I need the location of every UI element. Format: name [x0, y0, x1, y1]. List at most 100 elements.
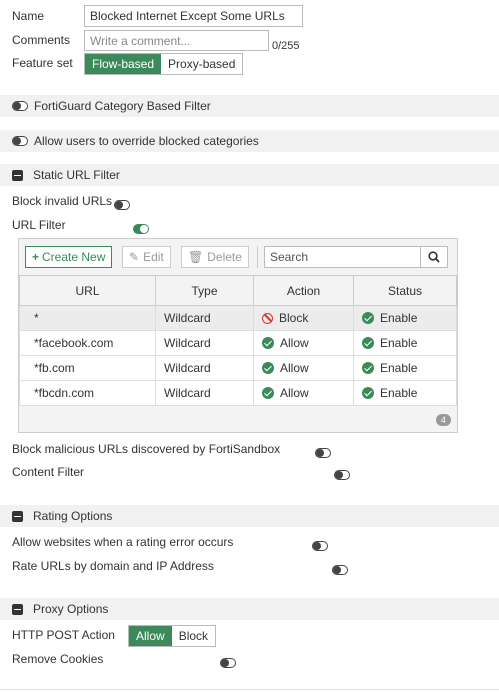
- fortiguard-label: FortiGuard Category Based Filter: [34, 99, 211, 113]
- delete-button[interactable]: 🗑 Delete: [181, 246, 249, 268]
- remove-cookies-toggle[interactable]: [220, 657, 237, 668]
- proxy-based-option[interactable]: Proxy-based: [161, 54, 243, 74]
- plus-icon: +: [32, 250, 40, 264]
- http-post-toggle: Allow Block: [128, 625, 217, 647]
- allow-on-error-toggle[interactable]: [312, 540, 329, 551]
- url-filter-table: URL Type Action Status * Wildcard Block …: [19, 275, 457, 406]
- flow-based-option[interactable]: Flow-based: [85, 54, 162, 74]
- allow-override-label: Allow users to override blocked categori…: [34, 134, 259, 148]
- delete-label: Delete: [207, 250, 242, 264]
- rate-by-ip-label: Rate URLs by domain and IP Address: [12, 559, 214, 573]
- allow-on-error-label: Allow websites when a rating error occur…: [12, 535, 234, 549]
- block-malicious-toggle[interactable]: [314, 447, 331, 458]
- column-url[interactable]: URL: [19, 275, 156, 306]
- search-icon: [428, 251, 440, 263]
- cell-action: Allow: [253, 380, 354, 406]
- name-input[interactable]: Blocked Internet Except Some URLs: [84, 5, 303, 27]
- feature-set-toggle: Flow-based Proxy-based: [84, 53, 244, 75]
- url-filter-panel: + Create New ✎ Edit 🗑 Delete Search URL …: [18, 238, 458, 433]
- status-text: Enable: [380, 361, 418, 375]
- edit-button[interactable]: ✎ Edit: [122, 246, 171, 268]
- block-icon: [262, 313, 273, 324]
- row-count-badge: 4: [435, 414, 451, 426]
- content-filter-label: Content Filter: [12, 465, 85, 479]
- cell-url: *fbcdn.com: [19, 380, 156, 406]
- check-icon: [262, 337, 274, 349]
- allow-override-toggle[interactable]: [12, 136, 28, 146]
- status-text: Enable: [380, 311, 418, 325]
- rate-by-ip-toggle[interactable]: [331, 564, 348, 575]
- action-text: Allow: [280, 336, 309, 350]
- pencil-icon: ✎: [129, 250, 140, 264]
- proxy-options-header[interactable]: Proxy Options: [0, 598, 499, 620]
- search-placeholder: Search: [270, 250, 309, 264]
- block-invalid-label: Block invalid URLs: [12, 194, 113, 208]
- http-post-block-option[interactable]: Block: [171, 626, 216, 646]
- cell-type: Wildcard: [155, 355, 254, 381]
- table-header: URL Type Action Status: [19, 275, 457, 306]
- comments-counter: 0/255: [272, 40, 300, 52]
- toolbar-divider: [257, 246, 258, 268]
- static-url-filter-title: Static URL Filter: [33, 168, 120, 182]
- collapse-icon: [12, 510, 23, 522]
- column-type[interactable]: Type: [155, 275, 254, 306]
- check-icon: [362, 337, 374, 349]
- cell-type: Wildcard: [155, 330, 254, 356]
- action-text: Allow: [280, 361, 309, 375]
- trash-icon: 🗑: [188, 250, 204, 264]
- cell-type: Wildcard: [155, 380, 254, 406]
- check-icon: [362, 362, 374, 374]
- allow-override-section: Allow users to override blocked categori…: [0, 130, 499, 152]
- rating-options-header[interactable]: Rating Options: [0, 505, 499, 527]
- cell-action: Allow: [253, 330, 354, 356]
- status-text: Enable: [380, 336, 418, 350]
- rating-options-title: Rating Options: [33, 509, 113, 523]
- table-row[interactable]: *facebook.com Wildcard Allow Enable: [19, 330, 457, 356]
- fortiguard-section: FortiGuard Category Based Filter: [0, 95, 499, 117]
- http-post-allow-option[interactable]: Allow: [129, 626, 172, 646]
- content-filter-toggle[interactable]: [334, 469, 351, 480]
- cell-status: Enable: [353, 355, 457, 381]
- comments-textarea[interactable]: Write a comment...: [84, 30, 269, 51]
- cell-status: Enable: [353, 330, 457, 356]
- check-icon: [262, 362, 274, 374]
- create-new-label: Create New: [42, 250, 106, 264]
- comments-label: Comments: [12, 33, 71, 47]
- name-label: Name: [12, 9, 45, 23]
- proxy-options-title: Proxy Options: [33, 602, 109, 616]
- cell-type: Wildcard: [155, 305, 254, 331]
- cell-url: *facebook.com: [19, 330, 156, 356]
- cell-action: Allow: [253, 355, 354, 381]
- bottom-divider: [0, 689, 499, 690]
- feature-set-label: Feature set: [12, 56, 73, 70]
- cell-url: *fb.com: [19, 355, 156, 381]
- cell-url: *: [19, 305, 156, 331]
- table-row[interactable]: *fbcdn.com Wildcard Allow Enable: [19, 380, 457, 406]
- block-malicious-label: Block malicious URLs discovered by Forti…: [12, 442, 281, 456]
- cell-status: Enable: [353, 380, 457, 406]
- search-input[interactable]: Search: [264, 246, 421, 268]
- collapse-icon: [12, 169, 23, 181]
- column-action[interactable]: Action: [253, 275, 354, 306]
- action-text: Block: [279, 311, 309, 325]
- search-button[interactable]: [420, 246, 448, 268]
- static-url-filter-header[interactable]: Static URL Filter: [0, 164, 499, 186]
- table-row[interactable]: * Wildcard Block Enable: [19, 305, 457, 331]
- url-filter-toggle[interactable]: [133, 223, 150, 234]
- url-filter-label: URL Filter: [12, 218, 66, 232]
- column-status[interactable]: Status: [353, 275, 457, 306]
- create-new-button[interactable]: + Create New: [25, 246, 113, 268]
- action-text: Allow: [280, 386, 309, 400]
- table-row[interactable]: *fb.com Wildcard Allow Enable: [19, 355, 457, 381]
- collapse-icon: [12, 603, 23, 615]
- check-icon: [262, 387, 274, 399]
- check-icon: [362, 387, 374, 399]
- edit-label: Edit: [143, 250, 164, 264]
- remove-cookies-label: Remove Cookies: [12, 652, 104, 666]
- block-invalid-toggle[interactable]: [114, 199, 130, 210]
- fortiguard-toggle[interactable]: [12, 101, 28, 111]
- cell-status: Enable: [353, 305, 457, 331]
- comments-placeholder: Write a comment...: [90, 34, 191, 48]
- cell-action: Block: [253, 305, 354, 331]
- status-text: Enable: [380, 386, 418, 400]
